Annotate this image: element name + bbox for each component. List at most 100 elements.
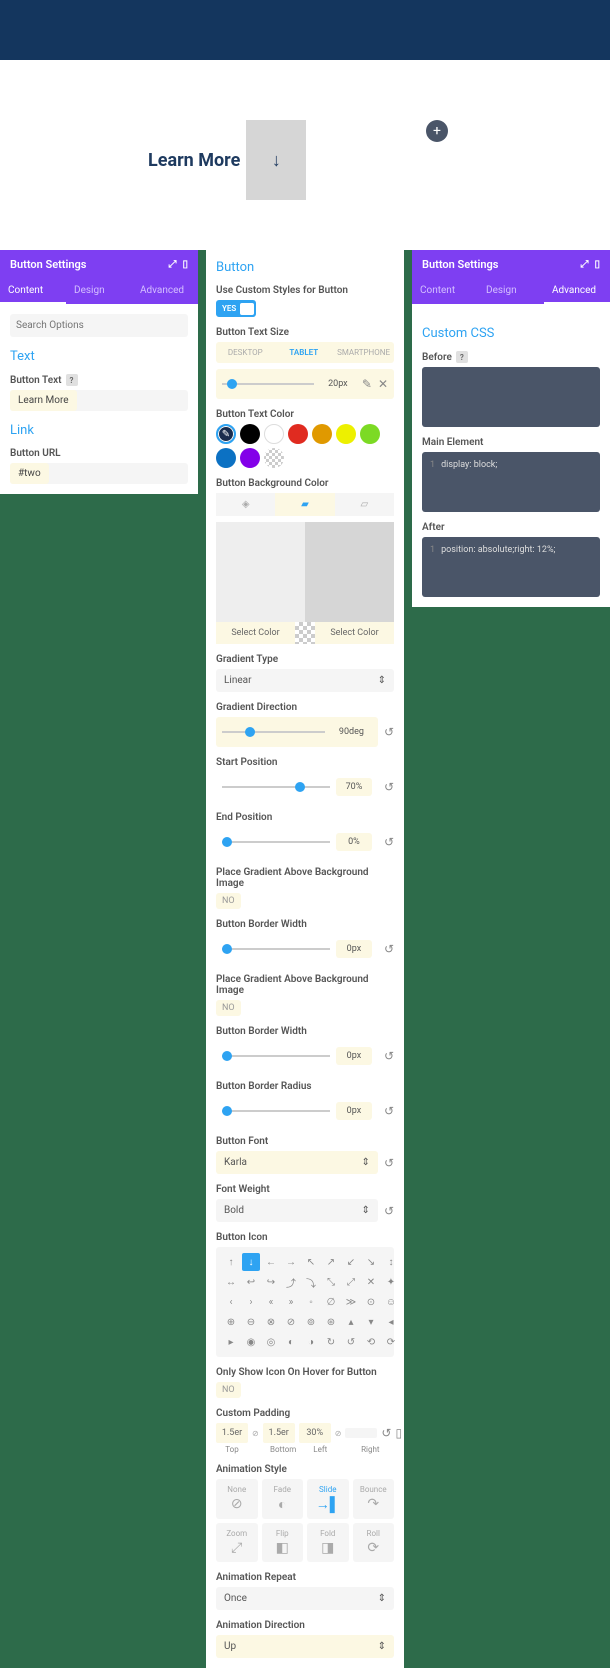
icon-option[interactable]: ✕	[362, 1273, 380, 1291]
select-color-right[interactable]: Select Color	[315, 622, 394, 644]
padding-bottom[interactable]: 1.5er	[263, 1423, 295, 1443]
tab-content[interactable]: Content	[412, 279, 478, 304]
icon-option[interactable]: ↺	[342, 1333, 360, 1351]
swatch-green[interactable]	[360, 424, 380, 444]
icon-option[interactable]: ↩	[242, 1273, 260, 1291]
reset-icon[interactable]: ↺	[384, 942, 394, 956]
button-text-input[interactable]: Learn More	[10, 390, 77, 411]
search-input[interactable]	[10, 314, 188, 337]
padding-right[interactable]	[345, 1428, 377, 1438]
bg-type-gradient[interactable]: ▰	[275, 493, 334, 516]
anim-fade[interactable]: Fade◐	[262, 1479, 304, 1519]
icon-option[interactable]: ⊚	[302, 1313, 320, 1331]
icon-option[interactable]: ↖	[302, 1253, 320, 1271]
icon-option[interactable]: ↗	[322, 1253, 340, 1271]
icon-option[interactable]: ▸	[222, 1333, 240, 1351]
bg-type-color[interactable]: ◈	[216, 493, 275, 516]
icon-option[interactable]: ↻	[322, 1333, 340, 1351]
font-select[interactable]: Karla⇕	[216, 1151, 378, 1174]
anim-repeat-select[interactable]: Once⇕	[216, 1587, 394, 1610]
icon-option[interactable]: ⊕	[222, 1313, 240, 1331]
icon-option[interactable]: ◑	[302, 1333, 320, 1351]
icon-option[interactable]: «	[262, 1293, 280, 1311]
main-css-input[interactable]: 1display: block;	[422, 452, 600, 512]
button-url-input[interactable]: #two	[10, 463, 49, 484]
expand-icon[interactable]: ⤢	[580, 259, 588, 270]
end-position-slider[interactable]: 0%	[216, 827, 378, 857]
help-icon[interactable]: ?	[456, 351, 468, 363]
tab-advanced[interactable]: Advanced	[544, 279, 610, 304]
after-css-input[interactable]: 1position: absolute;right: 12%;	[422, 537, 600, 597]
icon-option[interactable]: ↙	[342, 1253, 360, 1271]
icon-option[interactable]: ⤡	[322, 1273, 340, 1291]
anim-direction-select[interactable]: Up⇕	[216, 1635, 394, 1658]
snap-icon[interactable]: ▯	[182, 259, 188, 270]
icon-option[interactable]: ◐	[282, 1333, 300, 1351]
help-icon[interactable]: ?	[66, 374, 78, 386]
icon-option[interactable]: ✦	[382, 1273, 400, 1291]
icon-option[interactable]: ◉	[242, 1333, 260, 1351]
reset-icon[interactable]: ↺	[384, 780, 394, 794]
swatch-black[interactable]	[240, 424, 260, 444]
icon-option[interactable]: ↔	[222, 1273, 240, 1291]
snap-icon[interactable]: ▯	[594, 259, 600, 270]
reset-icon[interactable]: ↺	[381, 1426, 391, 1440]
reset-icon[interactable]: ↺	[384, 1204, 394, 1218]
icon-option[interactable]: ◂	[382, 1313, 400, 1331]
swatch-red[interactable]	[288, 424, 308, 444]
swatch-yellow[interactable]	[336, 424, 356, 444]
icon-option[interactable]: ⊗	[262, 1313, 280, 1331]
reset-icon[interactable]: ↺	[384, 835, 394, 849]
icon-option[interactable]: ▾	[362, 1313, 380, 1331]
icon-option[interactable]: ◎	[262, 1333, 280, 1351]
eyedropper-icon[interactable]: ✎	[362, 377, 372, 391]
text-size-slider[interactable]: 20px ✎ ✕	[216, 369, 394, 399]
icon-option[interactable]: ↕	[382, 1253, 400, 1271]
reset-icon[interactable]: ↺	[384, 1049, 394, 1063]
icon-option[interactable]: ⊛	[322, 1313, 340, 1331]
border-radius-slider[interactable]: 0px	[216, 1096, 378, 1126]
icon-option[interactable]: ‹	[222, 1293, 240, 1311]
icon-option[interactable]: ↘	[362, 1253, 380, 1271]
anim-none[interactable]: None⊘	[216, 1479, 258, 1519]
icon-option[interactable]: ◦	[302, 1293, 320, 1311]
font-weight-select[interactable]: Bold⇕	[216, 1199, 378, 1222]
before-css-input[interactable]	[422, 367, 600, 427]
bg-type-image[interactable]: ▱	[335, 493, 394, 516]
icon-option[interactable]: ▴	[342, 1313, 360, 1331]
device-smartphone[interactable]: SMARTPHONE	[333, 342, 394, 363]
icon-option[interactable]: ⊖	[242, 1313, 260, 1331]
tab-design[interactable]: Design	[478, 279, 544, 304]
icon-option[interactable]: ↪	[262, 1273, 280, 1291]
start-position-slider[interactable]: 70%	[216, 772, 378, 802]
icon-option[interactable]: ⊘	[282, 1313, 300, 1331]
only-show-hover-toggle[interactable]: NO	[216, 1382, 241, 1398]
padding-top[interactable]: 1.5er	[216, 1423, 248, 1443]
border-width-slider-2[interactable]: 0px	[216, 1041, 378, 1071]
icon-option-selected[interactable]: ↓	[242, 1253, 260, 1271]
preview-button[interactable]: Learn More ↓	[148, 120, 306, 200]
anim-roll[interactable]: Roll⟳	[353, 1523, 395, 1562]
icon-option[interactable]: ⤵	[302, 1273, 320, 1291]
swatch-purple[interactable]	[240, 448, 260, 468]
select-color-left[interactable]: Select Color	[216, 622, 295, 644]
gradient-direction-slider[interactable]: 90deg	[216, 717, 378, 747]
device-tablet[interactable]: TABLET	[275, 342, 334, 363]
add-module-button[interactable]: +	[426, 120, 448, 142]
border-width-slider[interactable]: 0px	[216, 934, 378, 964]
place-gradient-toggle[interactable]: NO	[216, 893, 241, 909]
device-icon[interactable]: ▯	[395, 1426, 402, 1440]
icon-option[interactable]: ⟲	[362, 1333, 380, 1351]
swatch-blue[interactable]	[216, 448, 236, 468]
swatch-transparent[interactable]	[264, 448, 284, 468]
icon-option[interactable]: →	[282, 1253, 300, 1271]
reset-icon[interactable]: ↺	[384, 1156, 394, 1170]
reset-icon[interactable]: ↺	[384, 1104, 394, 1118]
expand-icon[interactable]: ⤢	[168, 259, 176, 270]
icon-option[interactable]: »	[282, 1293, 300, 1311]
icon-option[interactable]: ›	[242, 1293, 260, 1311]
anim-flip[interactable]: Flip◧	[262, 1523, 304, 1562]
device-desktop[interactable]: DESKTOP	[216, 342, 275, 363]
link-icon[interactable]: ⊘	[335, 1429, 342, 1438]
swatch-white[interactable]	[264, 424, 284, 444]
